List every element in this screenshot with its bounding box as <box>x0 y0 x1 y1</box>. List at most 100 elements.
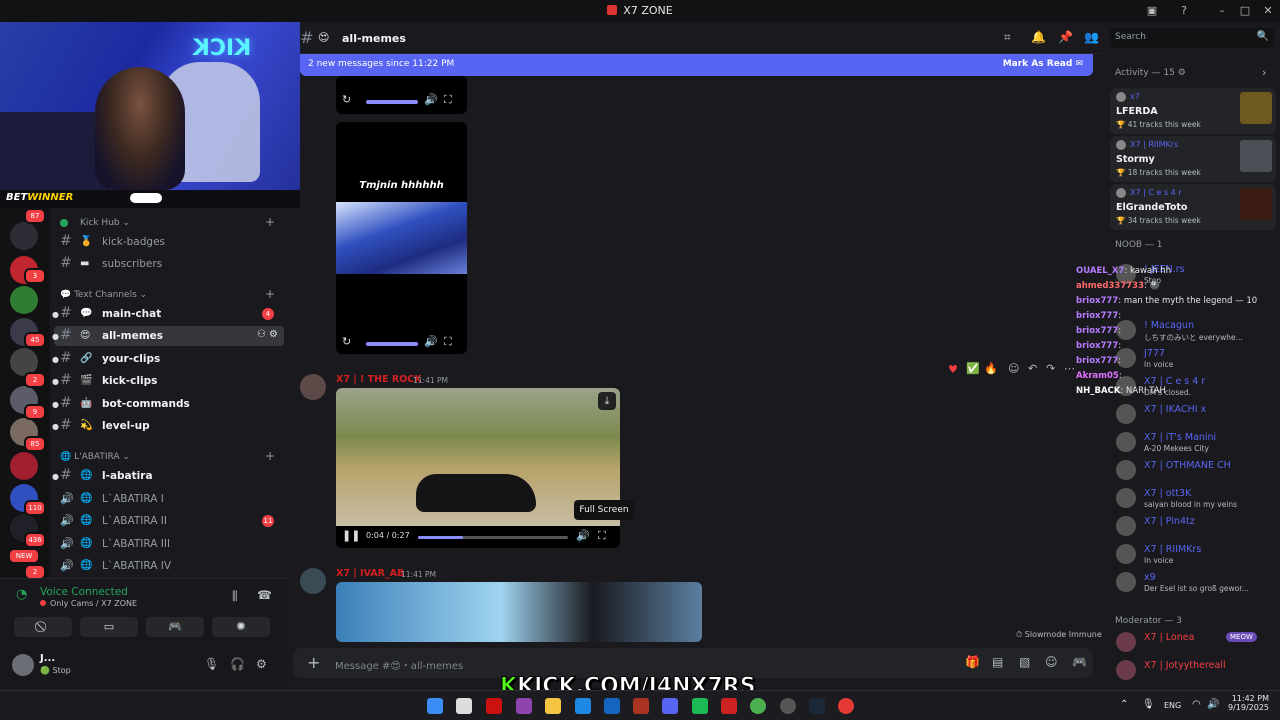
voice-channel-abatira-1[interactable]: 🔊 🌐 L`ABATIRA I <box>54 489 284 509</box>
gif-icon[interactable]: ▤ <box>992 655 1003 669</box>
heart-icon[interactable]: ♥ <box>948 363 958 376</box>
soundboard-button[interactable]: ✺ <box>212 617 270 637</box>
server-icon[interactable] <box>10 286 38 314</box>
invite-icon[interactable]: ⚇ <box>257 329 266 340</box>
plus-icon[interactable]: + <box>265 449 275 463</box>
channel-l-abatira[interactable]: ● # 🌐 l-abatira <box>52 466 284 486</box>
volume-bar[interactable] <box>366 342 418 346</box>
activity-card[interactable]: X7 | C e s 4 r ElGrandeToto 🏆 34 tracks th… <box>1110 184 1276 230</box>
channel-kick-clips[interactable]: ● # 🎬 kick-clips <box>52 371 284 391</box>
gift-icon[interactable]: 🎁 <box>965 655 980 669</box>
taskbar-app-icon[interactable] <box>838 698 854 714</box>
video-player[interactable]: ⤓ ❚❚ 0:04 / 0:27 🔊 ⛶ <box>336 388 620 548</box>
gear-icon[interactable]: ⚙ <box>269 329 278 340</box>
member-row[interactable]: X7 | RIIMKrs In voice <box>1112 542 1278 568</box>
folder-icon[interactable] <box>545 698 561 714</box>
wifi-icon[interactable]: ◠ <box>1192 699 1201 710</box>
pause-icon[interactable]: ❚❚ <box>342 529 360 542</box>
category-kick-hub[interactable]: Kick Hub ⌄ + <box>80 215 275 229</box>
member-row[interactable]: X7 | IKACHI x <box>1112 402 1278 428</box>
clock[interactable]: 11:42 PM 9/19/2025 <box>1228 694 1269 712</box>
channel-kick-badges[interactable]: # 🏅 kick-badges <box>54 232 284 252</box>
channel-main-chat[interactable]: ● # 💬 main-chat 4 <box>52 304 284 324</box>
channel-subscribers[interactable]: # ▬ subscribers <box>54 254 284 274</box>
voice-status[interactable]: Voice Connected <box>40 586 128 598</box>
activity-card[interactable]: x7 LFERDA 🏆 41 tracks this week <box>1110 88 1276 134</box>
video-player[interactable]: Tmjnin hhhhhh ↻ 🔊 ⛶ <box>336 122 467 354</box>
disconnect-icon[interactable]: ☎ <box>257 588 272 602</box>
member-row[interactable]: X7 | ott3K saiyan blood in my veins <box>1112 486 1278 512</box>
search-input[interactable]: Search 🔍 <box>1110 28 1274 48</box>
video-player[interactable]: ↻ 🔊 ⛶ <box>336 76 467 114</box>
signal-icon[interactable]: ◔ <box>16 587 27 602</box>
new-messages-bar[interactable]: 2 new messages since 11:22 PM Mark As Re… <box>300 54 1093 76</box>
screen-share-button[interactable]: ▭ <box>80 617 138 637</box>
moderator-row[interactable]: X7 | Lonea MEOW <box>1112 630 1278 656</box>
channel-all-memes[interactable]: ● # 😍 all-memes ⚇ ⚙ <box>52 326 284 346</box>
help-icon[interactable]: ? <box>1176 3 1192 19</box>
members-icon[interactable]: 👥 <box>1084 30 1099 44</box>
volume-icon[interactable]: 🔊 <box>1207 699 1219 710</box>
mic-icon[interactable]: 🎙 <box>204 657 219 671</box>
emoji-icon[interactable]: ☺ <box>1045 655 1058 669</box>
volume-icon[interactable]: 🔊 <box>576 529 590 542</box>
taskbar-app-icon[interactable] <box>516 698 532 714</box>
taskbar-app-icon[interactable] <box>486 698 502 714</box>
voice-channel-abatira-3[interactable]: 🔊 🌐 L`ABATIRA III <box>54 534 284 554</box>
volume-icon[interactable]: 🔊 <box>424 335 438 348</box>
fullscreen-icon[interactable]: ⛶ <box>598 529 606 543</box>
server-icon[interactable] <box>10 452 38 480</box>
start-icon[interactable] <box>427 698 443 714</box>
camera-off-button[interactable]: ⃠ <box>14 617 72 637</box>
activity-card[interactable]: X7 | RIIMKrs Stormy 🏆 18 tracks this week <box>1110 136 1276 182</box>
chevron-up-icon[interactable]: ⌃ <box>1120 699 1128 710</box>
username[interactable]: J... <box>40 653 55 664</box>
steam-icon[interactable] <box>809 698 825 714</box>
server-icon[interactable] <box>10 222 38 250</box>
category-text-channels[interactable]: 💬 Text Channels ⌄ + <box>60 287 275 301</box>
activity-button[interactable]: 🎮 <box>146 617 204 637</box>
chevron-right-icon[interactable]: › <box>1262 66 1266 79</box>
fullscreen-icon[interactable]: ⛶ <box>444 93 452 107</box>
forward-icon[interactable]: ↷ <box>1046 362 1055 375</box>
game-icon[interactable]: 🎮 <box>1072 655 1087 669</box>
maximize-button[interactable]: □ <box>1237 3 1253 19</box>
member-row[interactable]: X7 | OTHMANE CH <box>1112 458 1278 484</box>
plus-icon[interactable]: + <box>265 215 275 229</box>
member-row[interactable]: x9 Der Esel ist so groß gewor... <box>1112 570 1278 596</box>
check-icon[interactable]: ✅ <box>966 362 980 375</box>
fullscreen-icon[interactable]: ⛶ <box>444 335 452 349</box>
bell-icon[interactable]: 🔔 <box>1031 30 1046 44</box>
threads-icon[interactable]: ⌗ <box>1004 30 1011 45</box>
replay-icon[interactable]: ↻ <box>342 93 351 106</box>
taskbar-app-icon[interactable] <box>780 698 796 714</box>
member-row[interactable]: X7 | iT's Manini A-20 Mekees City <box>1112 430 1278 456</box>
gear-icon[interactable]: ⚙ <box>256 657 267 671</box>
voice-channel-abatira-4[interactable]: 🔊 🌐 L`ABATIRA IV <box>54 556 284 576</box>
edge-icon[interactable] <box>575 698 591 714</box>
headphones-icon[interactable]: 🎧 <box>230 657 245 671</box>
voice-channel-abatira-2[interactable]: 🔊 🌐 L`ABATIRA II 11 <box>54 511 284 531</box>
volume-bar[interactable] <box>366 100 418 104</box>
pin-icon[interactable]: 📌 <box>1058 30 1073 44</box>
channel-your-clips[interactable]: ● # 🔗 your-clips <box>52 349 284 369</box>
channel-level-up[interactable]: ● # 💫 level-up <box>52 416 284 436</box>
channel-tools[interactable]: ⚇ ⚙ <box>257 329 278 340</box>
spotify-icon[interactable] <box>692 698 708 714</box>
more-icon[interactable]: ⋯ <box>1064 362 1075 375</box>
close-button[interactable]: ✕ <box>1260 3 1276 19</box>
mic-icon[interactable]: 🎙 <box>1142 699 1155 710</box>
moderator-row[interactable]: X7 | Jotyythereall <box>1112 658 1278 684</box>
replay-icon[interactable]: ↻ <box>342 335 351 348</box>
message-author[interactable]: X7 | IVAR_AB <box>336 568 404 579</box>
avatar[interactable] <box>300 568 326 594</box>
outlook-icon[interactable] <box>604 698 620 714</box>
taskbar-app-icon[interactable] <box>721 698 737 714</box>
taskbar-app-icon[interactable] <box>633 698 649 714</box>
taskbar-app-icon[interactable] <box>456 698 472 714</box>
plus-icon[interactable]: + <box>307 653 320 672</box>
volume-icon[interactable]: 🔊 <box>424 93 438 106</box>
avatar[interactable] <box>300 374 326 400</box>
sticker-icon[interactable]: ▧ <box>1019 655 1030 669</box>
channel-bot-commands[interactable]: ● # 🤖 bot-commands <box>52 394 284 414</box>
